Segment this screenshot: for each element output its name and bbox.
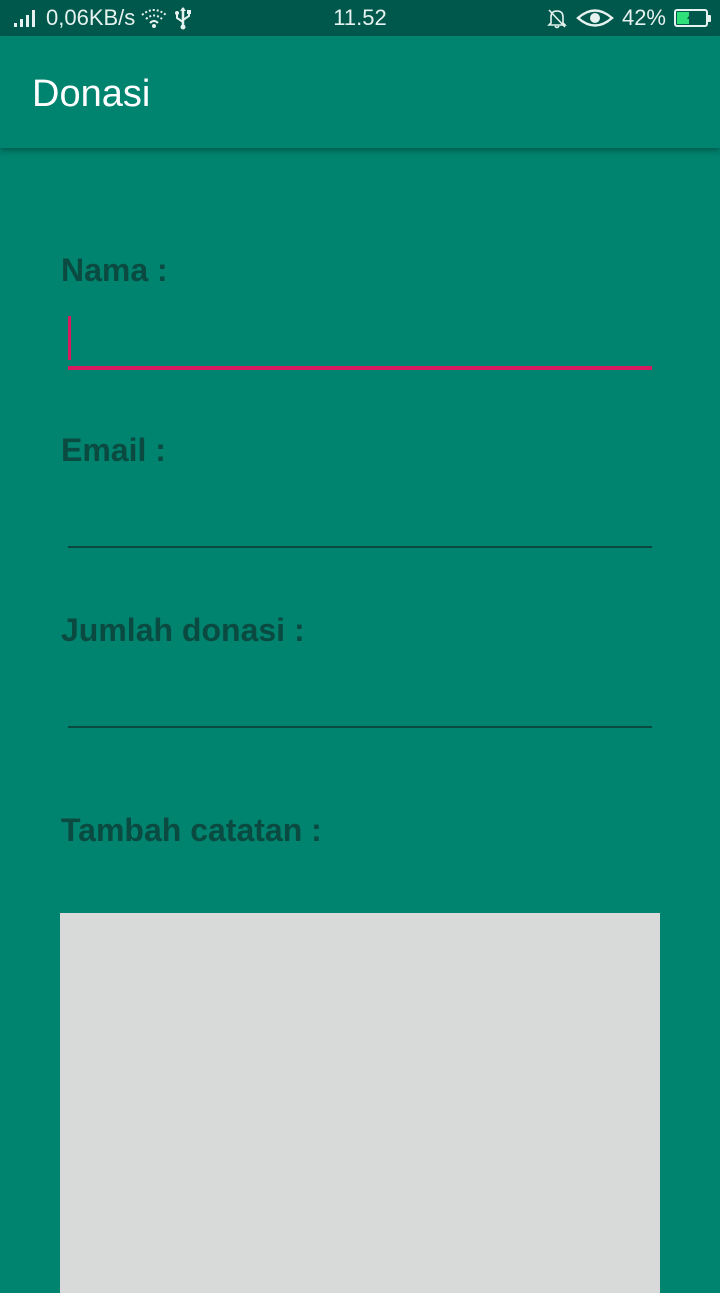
email-field[interactable] bbox=[68, 492, 652, 548]
name-label: Nama : bbox=[61, 252, 168, 288]
name-field[interactable] bbox=[68, 314, 652, 370]
status-bar-right: 42% bbox=[546, 0, 711, 36]
email-field-underline bbox=[68, 546, 652, 548]
notes-label: Tambah catatan : bbox=[61, 812, 322, 848]
page-title: Donasi bbox=[32, 73, 151, 115]
bell-muted-icon bbox=[546, 7, 568, 29]
donation-amount-underline bbox=[68, 726, 652, 728]
notes-textarea[interactable] bbox=[60, 913, 660, 1293]
donation-amount-label: Jumlah donasi : bbox=[61, 612, 305, 648]
text-cursor bbox=[68, 316, 71, 360]
battery-charging-icon bbox=[674, 9, 711, 27]
name-field-underline bbox=[68, 366, 652, 370]
status-bar: 0,06KB/s 11.52 42% bbox=[0, 0, 720, 36]
eye-icon bbox=[576, 7, 614, 29]
battery-percent: 42% bbox=[621, 5, 666, 30]
app-bar: Donasi bbox=[0, 36, 720, 148]
charging-bolt-icon bbox=[676, 11, 706, 25]
donation-amount-field[interactable] bbox=[68, 672, 652, 728]
email-label: Email : bbox=[61, 432, 166, 468]
